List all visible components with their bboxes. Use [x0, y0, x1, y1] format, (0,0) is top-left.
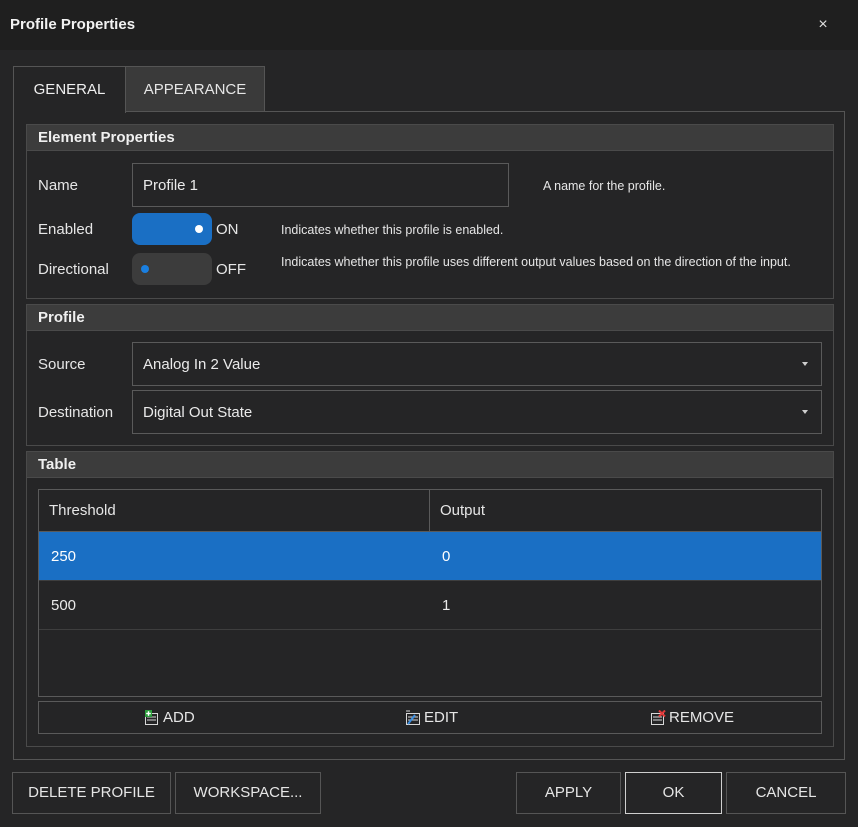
table-group: Table Threshold Output 250 0 500 1 ADD E…	[26, 451, 834, 747]
tab-appearance[interactable]: APPEARANCE	[125, 66, 265, 112]
table-header-row: Threshold Output	[39, 490, 821, 532]
output-cell: 1	[442, 597, 451, 614]
column-divider[interactable]	[429, 490, 430, 532]
table-row[interactable]: 500 1	[39, 581, 821, 630]
name-input[interactable]: Profile 1	[132, 163, 509, 207]
edit-row-icon	[406, 710, 420, 725]
name-description: A name for the profile.	[543, 179, 666, 193]
remove-row-icon	[651, 709, 666, 725]
workspace-button[interactable]: WORKSPACE...	[175, 772, 321, 814]
toggle-knob	[195, 225, 203, 233]
name-label: Name	[38, 177, 79, 194]
column-header-output[interactable]: Output	[440, 490, 485, 532]
tab-general[interactable]: GENERAL	[13, 66, 126, 113]
destination-select-value: Digital Out State	[143, 403, 253, 421]
table-actions: ADD EDIT REMOVE	[38, 701, 822, 734]
chevron-down-icon	[802, 410, 808, 414]
add-button-label: ADD	[163, 709, 195, 726]
threshold-cell: 250	[51, 548, 77, 565]
chevron-down-icon	[802, 362, 808, 366]
edit-button-label: EDIT	[424, 709, 459, 726]
directional-label: Directional	[38, 261, 109, 278]
enabled-description: Indicates whether this profile is enable…	[281, 223, 504, 237]
column-header-threshold[interactable]: Threshold	[49, 490, 116, 532]
enabled-label: Enabled	[38, 221, 94, 238]
title-bar: Profile Properties ×	[0, 0, 858, 50]
directional-toggle[interactable]	[132, 253, 212, 285]
directional-state-text: OFF	[216, 261, 246, 278]
destination-label: Destination	[38, 404, 114, 421]
name-input-value: Profile 1	[143, 176, 199, 194]
window-title: Profile Properties	[10, 16, 136, 33]
ok-button[interactable]: OK	[625, 772, 722, 814]
profile-table: Threshold Output 250 0 500 1	[38, 489, 822, 697]
profile-group: Profile Source Analog In 2 Value Destina…	[26, 304, 834, 446]
destination-select[interactable]: Digital Out State	[132, 390, 822, 434]
cancel-button[interactable]: CANCEL	[726, 772, 846, 814]
tab-panel-general: Element Properties Name Profile 1 A name…	[13, 111, 845, 760]
threshold-cell: 500	[51, 597, 77, 614]
output-cell: 0	[442, 548, 451, 565]
add-button[interactable]: ADD	[144, 702, 195, 733]
source-select[interactable]: Analog In 2 Value	[132, 342, 822, 386]
profile-header: Profile	[27, 305, 833, 331]
enabled-state-text: ON	[216, 221, 239, 238]
remove-button-label: REMOVE	[669, 709, 735, 726]
edit-button[interactable]: EDIT	[405, 702, 458, 733]
table-header: Table	[27, 452, 833, 478]
close-icon[interactable]: ×	[808, 12, 838, 38]
source-label: Source	[38, 356, 86, 373]
apply-button[interactable]: APPLY	[516, 772, 621, 814]
element-properties-group: Element Properties Name Profile 1 A name…	[26, 124, 834, 299]
table-row[interactable]: 250 0	[39, 532, 821, 581]
source-select-value: Analog In 2 Value	[143, 355, 261, 373]
add-row-icon	[145, 709, 158, 725]
directional-description: Indicates whether this profile uses diff…	[281, 255, 791, 269]
enabled-toggle[interactable]	[132, 213, 212, 245]
delete-profile-button[interactable]: DELETE PROFILE	[12, 772, 171, 814]
remove-button[interactable]: REMOVE	[650, 702, 734, 733]
toggle-knob	[141, 265, 149, 273]
element-properties-header: Element Properties	[27, 125, 833, 151]
